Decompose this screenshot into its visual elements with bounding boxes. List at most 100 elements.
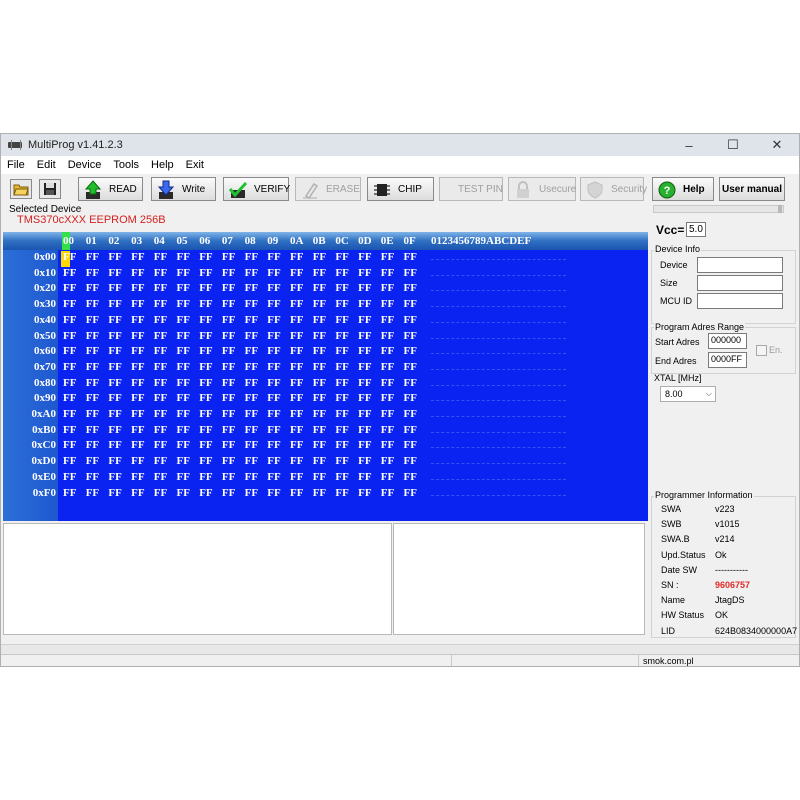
device-field[interactable] <box>697 257 783 273</box>
hex-cell[interactable]: FF <box>404 439 417 451</box>
hex-cell[interactable]: FF <box>245 361 258 373</box>
hex-cell[interactable]: FF <box>245 455 258 467</box>
hex-cell[interactable]: FF <box>290 361 303 373</box>
hex-cell[interactable]: FF <box>335 487 348 499</box>
hex-cell[interactable]: FF <box>245 471 258 483</box>
hex-cell[interactable]: FF <box>335 392 348 404</box>
hex-cell[interactable]: FF <box>63 439 76 451</box>
hex-cell[interactable]: FF <box>86 424 99 436</box>
hex-cell[interactable]: FF <box>63 361 76 373</box>
hex-cell[interactable]: FF <box>154 471 167 483</box>
hex-cell[interactable]: FF <box>335 345 348 357</box>
hex-cell[interactable]: FF <box>313 361 326 373</box>
hex-cell[interactable]: FF <box>222 455 235 467</box>
hex-cell[interactable]: FF <box>245 345 258 357</box>
hex-cell[interactable]: FF <box>63 424 76 436</box>
hex-cell[interactable]: FF <box>404 377 417 389</box>
hex-cell[interactable]: FF <box>154 487 167 499</box>
hex-cell[interactable]: FF <box>404 424 417 436</box>
enable-range-checkbox[interactable] <box>756 345 767 356</box>
hex-cell[interactable]: FF <box>381 392 394 404</box>
hex-cell[interactable]: FF <box>404 345 417 357</box>
hex-cell[interactable]: FF <box>86 298 99 310</box>
hex-cell[interactable]: FF <box>313 424 326 436</box>
hex-cell[interactable]: FF <box>290 487 303 499</box>
hex-cell[interactable]: FF <box>335 314 348 326</box>
hex-cell[interactable]: FF <box>222 330 235 342</box>
hex-cell[interactable]: FF <box>86 408 99 420</box>
hex-cell[interactable]: FF <box>335 424 348 436</box>
hex-cell[interactable]: FF <box>381 282 394 294</box>
write-button[interactable]: Write <box>151 177 216 201</box>
log-panel-right[interactable] <box>393 523 645 635</box>
hex-cell[interactable]: FF <box>358 439 371 451</box>
hex-cell[interactable]: FF <box>245 408 258 420</box>
hex-cell[interactable]: FF <box>404 361 417 373</box>
hex-cell[interactable]: FF <box>404 392 417 404</box>
hex-cell[interactable]: FF <box>381 377 394 389</box>
hex-cell[interactable]: FF <box>63 471 76 483</box>
hex-cell[interactable]: FF <box>86 345 99 357</box>
hex-cell[interactable]: FF <box>199 282 212 294</box>
hex-cell[interactable]: FF <box>267 282 280 294</box>
hex-cell[interactable]: FF <box>313 408 326 420</box>
hex-editor[interactable]: 00 01 02 03 04 05 06 07 08 09 0A 0B 0C 0D 0E 0F 01234567… <box>3 232 648 521</box>
hex-cell[interactable]: FF <box>358 455 371 467</box>
hex-cell[interactable]: FF <box>199 345 212 357</box>
hex-cell[interactable]: FF <box>222 361 235 373</box>
hex-cell[interactable]: FF <box>335 298 348 310</box>
hex-cell[interactable]: FF <box>313 251 326 263</box>
hex-cell[interactable]: FF <box>63 455 76 467</box>
hex-cell[interactable]: FF <box>131 251 144 263</box>
hex-cell[interactable]: FF <box>267 408 280 420</box>
menu-file[interactable]: File <box>1 159 31 171</box>
hex-cell[interactable]: FF <box>222 345 235 357</box>
hex-cell[interactable]: FF <box>131 282 144 294</box>
hex-cell[interactable]: FF <box>358 408 371 420</box>
menu-tools[interactable]: Tools <box>107 159 145 171</box>
hex-cell[interactable]: FF <box>199 298 212 310</box>
hex-cell[interactable]: FF <box>63 487 76 499</box>
hex-cell[interactable]: FF <box>108 267 121 279</box>
hex-cell[interactable]: FF <box>177 314 190 326</box>
hex-cell[interactable]: FF <box>86 439 99 451</box>
hex-cell[interactable]: FF <box>177 361 190 373</box>
hex-cell[interactable]: FF <box>290 298 303 310</box>
hex-cell[interactable]: FF <box>108 392 121 404</box>
hex-cell[interactable]: FF <box>86 282 99 294</box>
hex-cell[interactable]: FF <box>177 439 190 451</box>
horizontal-scrollbar[interactable] <box>1 644 799 654</box>
hex-cell[interactable]: FF <box>154 345 167 357</box>
close-button[interactable]: ✕ <box>755 134 799 156</box>
hex-cell[interactable]: FF <box>131 487 144 499</box>
hex-cell[interactable]: FF <box>108 282 121 294</box>
hex-cell[interactable]: FF <box>222 314 235 326</box>
menu-exit[interactable]: Exit <box>180 159 210 171</box>
hex-cell[interactable]: FF <box>313 330 326 342</box>
usecure-button[interactable]: Usecure <box>508 177 576 201</box>
hex-cell[interactable]: FF <box>404 267 417 279</box>
hex-cell[interactable]: FF <box>290 345 303 357</box>
hex-cell[interactable]: FF <box>199 392 212 404</box>
hex-cell[interactable]: FF <box>381 408 394 420</box>
hex-cell[interactable]: FF <box>381 439 394 451</box>
hex-cell[interactable]: FF <box>222 251 235 263</box>
hex-cell[interactable]: FF <box>86 330 99 342</box>
hex-cell[interactable]: FF <box>358 487 371 499</box>
size-field[interactable] <box>697 275 783 291</box>
save-file-button[interactable] <box>39 179 61 199</box>
hex-cell[interactable]: FF <box>267 267 280 279</box>
hex-cell[interactable]: FF <box>381 471 394 483</box>
hex-cell[interactable]: FF <box>154 298 167 310</box>
hex-cell[interactable]: FF <box>335 361 348 373</box>
hex-cell[interactable]: FF <box>63 345 76 357</box>
hex-cell[interactable]: FF <box>290 471 303 483</box>
hex-cell[interactable]: FF <box>335 471 348 483</box>
hex-cell[interactable]: FF <box>358 314 371 326</box>
hex-cell[interactable]: FF <box>358 251 371 263</box>
hex-cell[interactable]: FF <box>313 298 326 310</box>
hex-cell[interactable]: FF <box>154 408 167 420</box>
hex-cell[interactable]: FF <box>154 439 167 451</box>
security-button[interactable]: Security <box>580 177 647 201</box>
hex-cell[interactable]: FF <box>199 330 212 342</box>
